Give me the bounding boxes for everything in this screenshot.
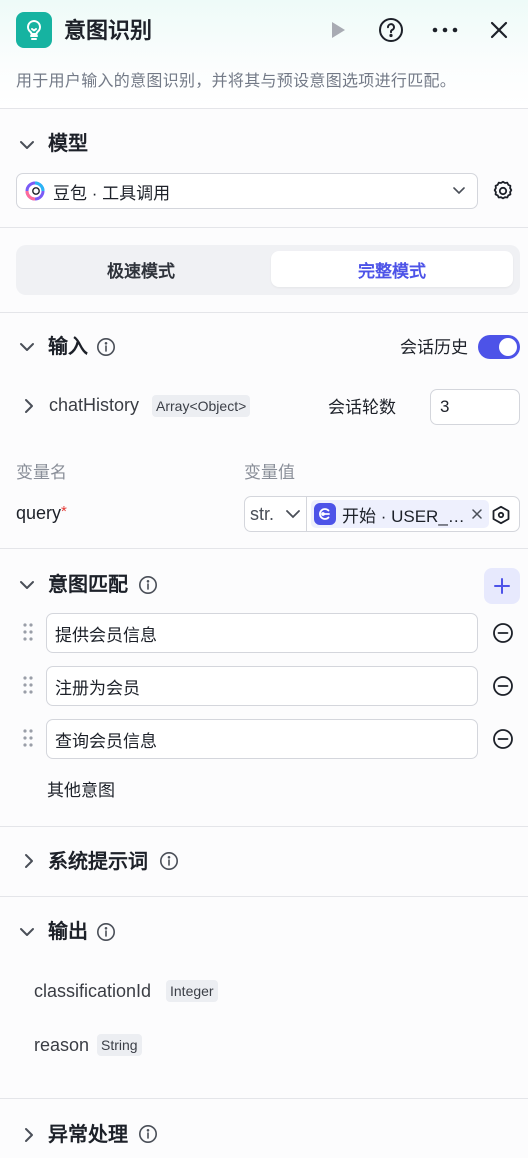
variable-type-select[interactable]: str. — [245, 497, 307, 531]
variable-reference-text: 开始 · USER_… — [342, 506, 465, 526]
info-icon — [96, 337, 116, 357]
gear-icon — [493, 180, 513, 200]
intent-collapse-toggle[interactable] — [18, 576, 36, 594]
variable-value-field: str. 开始 · USER_… — [244, 496, 520, 532]
model-settings-button[interactable] — [491, 179, 515, 203]
tab-fast-mode[interactable]: 极速模式 — [20, 251, 262, 287]
input-collapse-toggle[interactable] — [18, 338, 36, 356]
chevron-down-icon — [20, 928, 34, 936]
close-button[interactable] — [485, 16, 513, 44]
model-section-title: 模型 — [48, 133, 88, 155]
remove-intent-icon[interactable] — [492, 728, 514, 750]
drag-handle-icon[interactable] — [22, 675, 34, 695]
add-intent-button[interactable] — [484, 568, 520, 604]
model-selected-label: 豆包 · 工具调用 — [53, 183, 171, 203]
node-description: 用于用户输入的意图识别，并将其与预设意图选项进行匹配。 — [16, 73, 457, 90]
system-prompt-title: 系统提示词 — [48, 851, 148, 873]
output-section-title: 输出 — [48, 921, 88, 943]
more-icon — [432, 27, 458, 33]
chevron-right-icon — [25, 1128, 33, 1142]
variable-reference-chip[interactable]: 开始 · USER_… — [311, 500, 489, 528]
divider — [0, 108, 528, 109]
model-select[interactable]: 豆包 · 工具调用 — [16, 173, 478, 209]
output-field-name: classificationId — [34, 981, 152, 1001]
exception-expand[interactable] — [20, 1126, 38, 1144]
divider — [0, 312, 528, 313]
close-icon — [490, 21, 508, 39]
chevron-down-icon — [20, 581, 34, 589]
remove-reference-icon[interactable] — [472, 509, 482, 519]
run-button[interactable] — [324, 16, 352, 44]
divider — [0, 227, 528, 228]
chevron-down-icon — [20, 141, 34, 149]
play-icon — [332, 22, 345, 38]
info-icon — [138, 575, 158, 595]
type-tag: String — [97, 1034, 142, 1056]
chevron-right-icon — [25, 854, 33, 868]
variable-name: query* — [16, 503, 67, 524]
chevron-right-icon — [25, 399, 33, 413]
chat-history-expand[interactable] — [20, 397, 38, 415]
tab-full-mode[interactable]: 完整模式 — [271, 251, 513, 287]
intent-input[interactable]: 提供会员信息 — [46, 613, 478, 653]
divider — [0, 548, 528, 549]
type-tag: Array<Object> — [152, 395, 251, 417]
intent-section-title: 意图匹配 — [48, 574, 128, 596]
input-section-title: 输入 — [48, 336, 88, 358]
divider — [0, 896, 528, 897]
page-title: 意图识别 — [64, 18, 153, 43]
variable-type-label: str. — [250, 503, 275, 524]
mode-tabs: 极速模式 完整模式 — [16, 245, 520, 295]
chat-history-toggle[interactable] — [478, 335, 520, 359]
chat-history-name: chatHistory — [49, 395, 140, 415]
output-field-name: reason — [34, 1035, 90, 1055]
intent-input[interactable]: 查询会员信息 — [46, 719, 478, 759]
drag-handle-icon[interactable] — [22, 728, 34, 748]
lightbulb-icon — [16, 12, 52, 48]
other-intent-label: 其他意图 — [47, 781, 115, 800]
remove-intent-icon[interactable] — [492, 675, 514, 697]
rounds-label: 会话轮数 — [328, 398, 396, 417]
system-prompt-expand[interactable] — [20, 852, 38, 870]
start-node-icon — [314, 503, 336, 525]
drag-handle-icon[interactable] — [22, 622, 34, 642]
plus-icon — [494, 578, 510, 594]
divider — [0, 826, 528, 827]
divider — [0, 1098, 528, 1099]
required-mark: * — [61, 503, 67, 520]
variable-name-text: query — [16, 503, 62, 523]
column-header-value: 变量值 — [244, 463, 295, 482]
model-collapse-toggle[interactable] — [18, 136, 36, 154]
info-icon — [96, 922, 116, 942]
chevron-down-icon — [453, 187, 465, 195]
doubao-logo-icon — [25, 181, 45, 201]
type-tag: Integer — [166, 980, 218, 1002]
rounds-input[interactable]: 3 — [430, 389, 520, 425]
output-collapse-toggle[interactable] — [18, 923, 36, 941]
info-icon — [159, 851, 179, 871]
chat-history-label: 会话历史 — [400, 338, 468, 357]
help-icon — [379, 18, 403, 42]
variable-picker-icon[interactable] — [491, 505, 511, 525]
more-button[interactable] — [431, 16, 459, 44]
help-button[interactable] — [377, 16, 405, 44]
chevron-down-icon — [286, 510, 300, 519]
intent-input[interactable]: 注册为会员 — [46, 666, 478, 706]
info-icon — [138, 1124, 158, 1144]
chevron-down-icon — [20, 343, 34, 351]
intent-recognition-panel: 意图识别 用于用户输入的意图识别，并将其与预设意图选项进行匹配。 模型 豆包 ·… — [0, 0, 528, 1158]
column-header-name: 变量名 — [16, 463, 67, 482]
remove-intent-icon[interactable] — [492, 622, 514, 644]
exception-section-title: 异常处理 — [48, 1124, 128, 1146]
